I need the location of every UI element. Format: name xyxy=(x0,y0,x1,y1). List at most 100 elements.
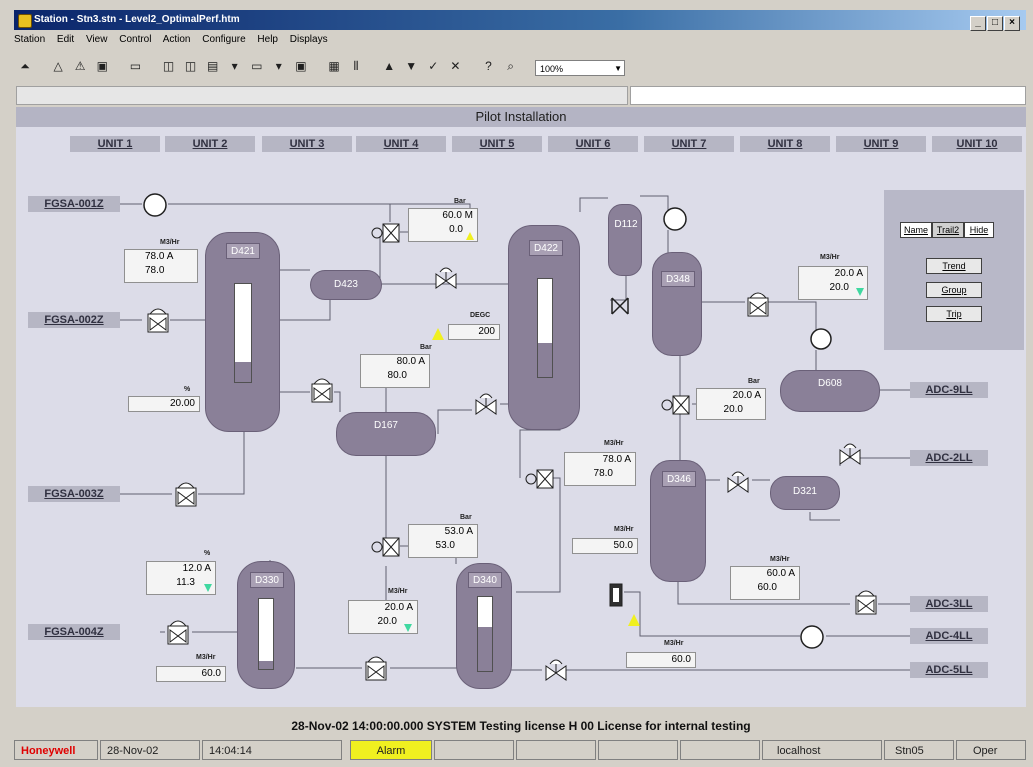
control-valve-icon[interactable] xyxy=(370,536,402,558)
pressure-valve-icon[interactable] xyxy=(852,586,880,618)
feed-tag-fgsa-001z[interactable]: FGSA-001Z xyxy=(28,196,120,212)
pv-value: 80.0 A xyxy=(396,356,425,367)
value-box-m3-bottom[interactable]: 60.0 xyxy=(626,652,696,668)
pv-value: 50.0 xyxy=(613,540,633,551)
pv-value: 20.0 A xyxy=(834,268,863,279)
unit-label: % xyxy=(184,386,191,393)
value-box-m3-d346b[interactable]: 60.0 A 60.0 xyxy=(730,566,800,600)
actuated-valve-icon[interactable] xyxy=(836,440,864,466)
output-tag-adc-3ll[interactable]: ADC-3LL xyxy=(910,596,988,612)
status-date: 28-Nov-02 xyxy=(100,740,200,760)
value-box-flow-top[interactable]: 60.0 M 0.0 xyxy=(408,208,478,242)
unit-label: Bar xyxy=(460,514,472,521)
pressure-valve-icon[interactable] xyxy=(362,652,390,684)
actuated-valve-icon[interactable] xyxy=(542,656,570,682)
output-tag-adc-2ll[interactable]: ADC-2LL xyxy=(910,450,988,466)
value-box-bar-mid[interactable]: 80.0 A 80.0 xyxy=(360,354,430,388)
output-tag-adc-4ll[interactable]: ADC-4LL xyxy=(910,628,988,644)
vessel-d421[interactable]: D421 xyxy=(205,232,280,432)
actuated-valve-icon[interactable] xyxy=(472,390,500,416)
pressure-valve-icon[interactable] xyxy=(164,616,192,648)
sp-value: 0.0 xyxy=(449,224,463,235)
unit-label: M3/Hr xyxy=(614,526,634,533)
brand-logo: Honeywell xyxy=(14,740,98,760)
unit-label: M3/Hr xyxy=(770,556,790,563)
pv-value: 60.0 xyxy=(201,668,221,679)
pump-icon[interactable] xyxy=(808,326,834,352)
value-box-degc[interactable]: 200 xyxy=(448,324,500,340)
trend-button[interactable]: Trend xyxy=(926,258,982,274)
pump-icon[interactable] xyxy=(142,192,168,218)
level-gauge-d330 xyxy=(258,598,274,670)
pressure-valve-icon[interactable] xyxy=(308,374,336,406)
actuated-valve-icon[interactable] xyxy=(432,264,460,290)
unit-label: Bar xyxy=(454,198,466,205)
pump-icon[interactable] xyxy=(798,624,826,650)
unit-label: M3/Hr xyxy=(820,254,840,261)
level-gauge-d422 xyxy=(537,278,553,378)
pv-value: 78.0 A xyxy=(145,251,174,262)
value-box-m3-d330[interactable]: 60.0 xyxy=(156,666,226,682)
pv-value: 200 xyxy=(478,326,495,337)
vessel-d340[interactable]: D340 xyxy=(456,563,512,689)
pv-value: 60.0 A xyxy=(766,568,795,579)
vessel-label-d340: D340 xyxy=(468,572,502,588)
drum-d167[interactable]: D167 xyxy=(336,412,436,456)
unit-label: M3/Hr xyxy=(604,440,624,447)
vessel-d330[interactable]: D330 xyxy=(237,561,295,689)
pump-icon[interactable] xyxy=(662,206,688,232)
status-host: localhost xyxy=(762,740,882,760)
pv-value: 78.0 A xyxy=(602,454,631,465)
value-box-flow-d421[interactable]: 78.0 A 78.0 xyxy=(124,249,198,283)
control-valve-icon[interactable] xyxy=(370,222,402,244)
feed-tag-fgsa-002z[interactable]: FGSA-002Z xyxy=(28,312,120,328)
sp-value: 53.0 xyxy=(435,540,455,551)
vessel-d422[interactable]: D422 xyxy=(508,225,580,430)
valve-icon[interactable] xyxy=(608,294,632,318)
unit-label: M3/Hr xyxy=(196,654,216,661)
vessel-d346[interactable]: D346 xyxy=(650,460,706,582)
alarm-status-badge[interactable]: Alarm xyxy=(350,740,432,760)
unit-label: M3/Hr xyxy=(160,239,180,246)
alarm-message-line[interactable]: 28-Nov-02 14:00:00.000 SYSTEM Testing li… xyxy=(16,716,1026,736)
trip-button[interactable]: Trip xyxy=(926,306,982,322)
value-box-m3-right[interactable]: 20.0 A 20.0 xyxy=(798,266,868,300)
drum-d321[interactable]: D321 xyxy=(770,476,840,510)
sp-value: 78.0 xyxy=(593,468,613,479)
panel-tab-trail2[interactable]: Trail2 xyxy=(932,222,964,238)
drum-d608[interactable]: D608 xyxy=(780,370,880,412)
control-valve-icon[interactable] xyxy=(524,468,556,490)
vessel-d112[interactable]: D112 xyxy=(608,204,642,276)
sp-value: 20.0 xyxy=(723,404,743,415)
value-box-m3-d422[interactable]: 78.0 A 78.0 xyxy=(564,452,636,486)
output-tag-adc-5ll[interactable]: ADC-5LL xyxy=(910,662,988,678)
value-box-bar-d348[interactable]: 20.0 A 20.0 xyxy=(696,388,766,420)
value-box-pct-d421[interactable]: 20.00 xyxy=(128,396,200,412)
actuated-valve-icon[interactable] xyxy=(724,468,752,494)
sp-value: 78.0 xyxy=(145,265,165,276)
panel-tab-hide[interactable]: Hide xyxy=(964,222,994,238)
control-panel: Name Trail2 Hide Trend Group Trip xyxy=(884,190,1024,350)
panel-tab-name[interactable]: Name xyxy=(900,222,932,238)
status-pane-empty xyxy=(680,740,760,760)
pressure-valve-icon[interactable] xyxy=(172,478,200,510)
group-button[interactable]: Group xyxy=(926,282,982,298)
value-box-m3-d346[interactable]: 50.0 xyxy=(572,538,638,554)
feed-tag-fgsa-004z[interactable]: FGSA-004Z xyxy=(28,624,120,640)
unit-label: % xyxy=(204,550,211,557)
pressure-valve-icon[interactable] xyxy=(744,288,772,320)
value-box-pct-d330[interactable]: 12.0 A 11.3 xyxy=(146,561,216,595)
drum-d423[interactable]: D423 xyxy=(310,270,382,300)
output-tag-adc-9ll[interactable]: ADC-9LL xyxy=(910,382,988,398)
pressure-valve-icon[interactable] xyxy=(144,304,172,336)
pv-value: 53.0 A xyxy=(444,526,473,537)
feed-tag-fgsa-003z[interactable]: FGSA-003Z xyxy=(28,486,120,502)
vessel-d348[interactable]: D348 xyxy=(652,252,702,356)
value-box-bar-low[interactable]: 53.0 A 53.0 xyxy=(408,524,478,558)
solenoid-icon[interactable] xyxy=(606,582,626,612)
sp-value: 20.0 xyxy=(829,282,849,293)
status-mode: Oper xyxy=(956,740,1026,760)
status-pane-empty xyxy=(598,740,678,760)
control-valve-icon[interactable] xyxy=(660,394,692,416)
level-gauge-d421 xyxy=(234,283,252,383)
